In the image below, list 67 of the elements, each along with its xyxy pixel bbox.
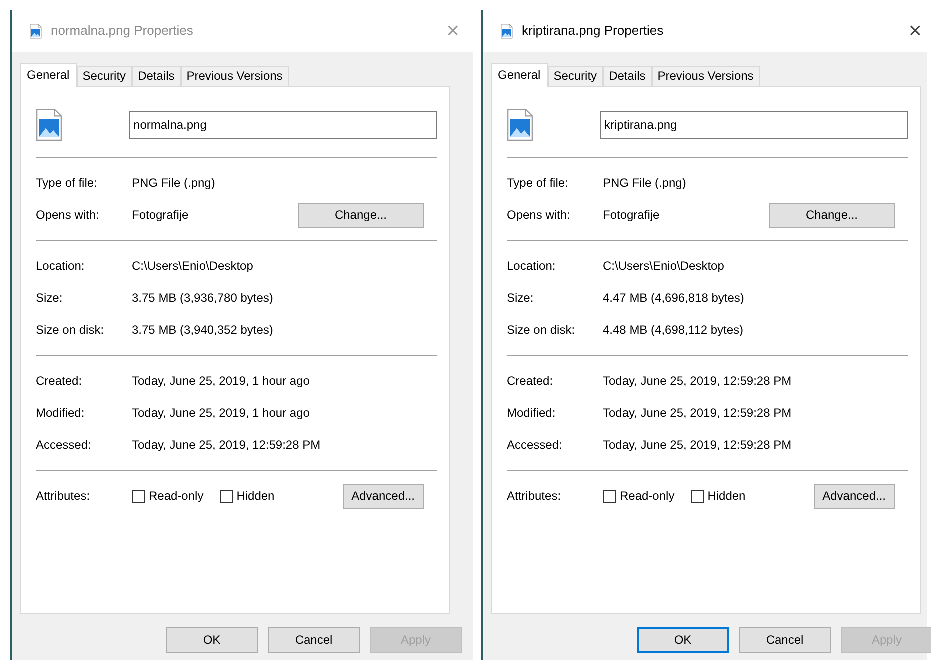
property-value: PNG File (.png) <box>603 175 688 192</box>
advanced-button[interactable]: Advanced... <box>342 484 424 508</box>
property-label: Accessed: <box>507 437 564 454</box>
property-label: Type of file: <box>507 175 570 192</box>
property-value: 4.47 MB (4,696,818 bytes) <box>603 290 746 307</box>
property-label: Type of file: <box>36 175 98 192</box>
checkbox-label: Read-only <box>149 488 204 505</box>
image-file-icon <box>501 24 513 38</box>
checkbox-label: Hidden <box>236 488 275 505</box>
property-label: Modified: <box>36 405 86 422</box>
property-label: Size on disk: <box>507 322 576 339</box>
tab[interactable]: General <box>491 63 548 87</box>
checkbox[interactable] <box>132 490 145 502</box>
window-title: kriptirana.png Properties <box>522 22 665 40</box>
file-name-field[interactable]: normalna.png <box>128 111 437 139</box>
tab[interactable]: Security <box>548 66 604 86</box>
advanced-button[interactable]: Advanced... <box>814 484 895 508</box>
dialog-button[interactable]: Cancel <box>268 627 360 653</box>
property-label: Created: <box>507 373 554 390</box>
property-value: C:\Users\Enio\Desktop <box>603 258 726 275</box>
attributes-label: Attributes: <box>507 488 562 505</box>
property-value: Fotografije <box>132 207 190 224</box>
dialog-button[interactable]: OK <box>166 627 258 653</box>
property-label: Modified: <box>507 405 557 422</box>
property-value: Today, June 25, 2019, 12:59:28 PM <box>603 373 793 390</box>
property-label: Size: <box>36 290 64 307</box>
property-value: 3.75 MB (3,940,352 bytes) <box>132 322 274 339</box>
checkbox-label: Read-only <box>620 488 675 505</box>
property-value: 3.75 MB (3,936,780 bytes) <box>132 290 274 307</box>
window-title: normalna.png Properties <box>51 22 194 40</box>
attributes-label: Attributes: <box>36 488 92 505</box>
tab[interactable]: Previous Versions <box>180 66 289 86</box>
property-label: Created: <box>36 373 84 390</box>
tab[interactable]: General <box>20 63 77 87</box>
change-button[interactable]: Change... <box>769 202 895 228</box>
checkbox-label: Hidden <box>708 488 746 505</box>
checkbox[interactable] <box>220 490 233 502</box>
property-value: Today, June 25, 2019, 12:59:28 PM <box>132 437 322 454</box>
tab[interactable]: Details <box>132 66 181 86</box>
property-value: Fotografije <box>603 207 661 224</box>
dialog-button[interactable]: Cancel <box>739 627 831 653</box>
change-button[interactable]: Change... <box>298 202 424 228</box>
property-label: Location: <box>36 258 86 275</box>
image-file-icon <box>36 108 63 142</box>
image-file-icon <box>30 24 42 38</box>
property-label: Size on disk: <box>36 322 106 339</box>
property-value: 4.48 MB (4,698,112 bytes) <box>603 322 745 339</box>
property-value: Today, June 25, 2019, 12:59:28 PM <box>603 437 793 454</box>
property-value: PNG File (.png) <box>132 175 216 192</box>
property-value: C:\Users\Enio\Desktop <box>132 258 254 275</box>
file-name-field[interactable]: kriptirana.png <box>600 111 908 139</box>
tab[interactable]: Details <box>603 66 652 86</box>
checkbox[interactable] <box>690 490 704 502</box>
tab[interactable]: Security <box>76 66 132 86</box>
property-label: Accessed: <box>36 437 92 454</box>
dialog-button[interactable]: OK <box>637 627 729 653</box>
checkbox[interactable] <box>603 490 616 502</box>
property-label: Location: <box>507 258 557 275</box>
property-value: Today, June 25, 2019, 1 hour ago <box>132 373 311 390</box>
property-label: Opens with: <box>36 207 100 224</box>
tab[interactable]: Previous Versions <box>652 66 760 86</box>
property-value: Today, June 25, 2019, 12:59:28 PM <box>603 405 793 422</box>
close-button[interactable]: × <box>903 19 927 43</box>
property-value: Today, June 25, 2019, 1 hour ago <box>132 405 311 422</box>
image-file-icon <box>507 108 534 142</box>
property-label: Opens with: <box>507 207 572 224</box>
property-label: Size: <box>507 290 535 307</box>
